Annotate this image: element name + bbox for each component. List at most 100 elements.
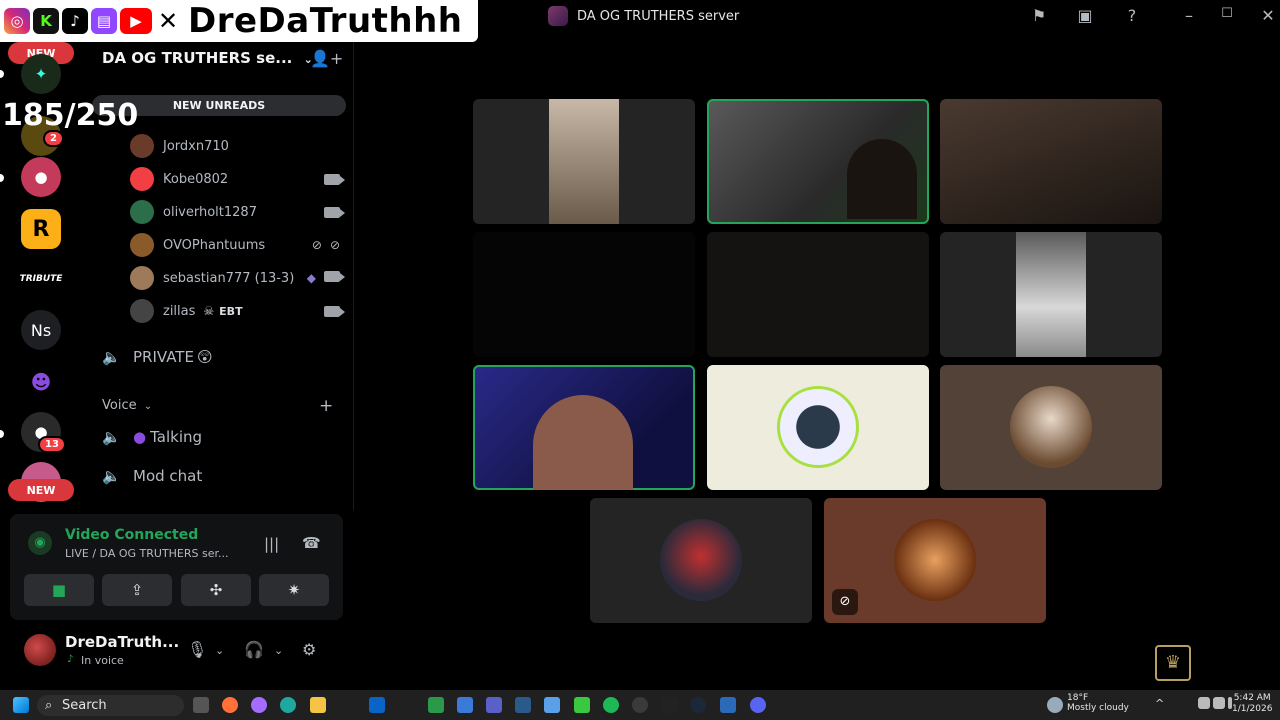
invite-people-icon[interactable]: 👤+ bbox=[310, 49, 343, 68]
user-display-name[interactable]: DreDaTruth... bbox=[65, 633, 179, 651]
face-emoji-icon: 😲 bbox=[196, 348, 213, 366]
unread-pill bbox=[0, 174, 4, 182]
maximize-button[interactable]: ☐ bbox=[1216, 6, 1238, 26]
minimize-button[interactable]: – bbox=[1178, 6, 1200, 26]
avatar bbox=[130, 134, 154, 158]
firefox-icon[interactable] bbox=[222, 697, 238, 713]
server-item[interactable]: ☻ bbox=[21, 362, 61, 402]
search-label: Search bbox=[62, 698, 107, 713]
tribute-server[interactable]: TRIBUTE bbox=[20, 259, 62, 299]
video-tile[interactable] bbox=[940, 99, 1162, 224]
microphone-icon[interactable]: 🎙 bbox=[187, 640, 207, 659]
video-tile[interactable] bbox=[473, 232, 695, 357]
soundboard-button[interactable]: ✷ bbox=[259, 574, 329, 606]
teams-icon[interactable] bbox=[486, 697, 502, 713]
system-clock[interactable]: 5:42 AM 1/1/2026 bbox=[1232, 693, 1272, 715]
app-icon[interactable] bbox=[428, 697, 444, 713]
close-button[interactable]: ✕ bbox=[1257, 6, 1279, 26]
voice-user-row[interactable]: oliverholt1287 bbox=[130, 198, 345, 226]
video-tile[interactable] bbox=[473, 365, 695, 490]
file-explorer-icon[interactable] bbox=[310, 697, 326, 713]
gear-icon[interactable]: ⚙ bbox=[302, 640, 316, 659]
help-icon[interactable]: ? bbox=[1121, 6, 1143, 26]
taskbar-search[interactable]: ⌕ Search bbox=[37, 695, 184, 716]
flag-icon[interactable]: ⚑ bbox=[1028, 6, 1050, 26]
discord-icon[interactable] bbox=[750, 697, 766, 713]
noise-suppression-icon[interactable]: ||| bbox=[264, 535, 279, 553]
clock-date: 1/1/2026 bbox=[1232, 704, 1273, 714]
tray-chevron-icon[interactable]: ^ bbox=[1155, 698, 1165, 709]
title-bar: DA OG TRUTHERS server ⚑ ▣ ? – ☐ ✕ bbox=[478, 0, 1280, 33]
new-badge-bottom[interactable]: NEW bbox=[8, 479, 74, 501]
server-name-header[interactable]: DA OG TRUTHERS se... ⌄ bbox=[102, 49, 313, 67]
speaker-icon: 🔈 bbox=[102, 428, 121, 446]
avatar bbox=[130, 299, 154, 323]
camera-icon bbox=[324, 206, 345, 218]
voice-user-name: oliverholt1287 bbox=[163, 204, 257, 220]
disconnect-icon[interactable]: ☎ bbox=[302, 534, 321, 552]
channel-name: Talking bbox=[150, 428, 203, 446]
volume-icon[interactable] bbox=[1213, 697, 1225, 709]
activities-button[interactable]: ✣ bbox=[181, 574, 251, 606]
avatar-tile[interactable] bbox=[707, 365, 929, 490]
chevron-down-icon[interactable]: ⌄ bbox=[215, 644, 224, 657]
weather-temp: 18°F bbox=[1067, 693, 1089, 703]
category-label: Voice bbox=[102, 398, 137, 413]
voice-category[interactable]: Voice ⌄ bbox=[102, 398, 152, 413]
camera-button[interactable]: ■ bbox=[24, 574, 94, 606]
follower-counter: 185/250 bbox=[2, 98, 139, 133]
camera-icon bbox=[324, 173, 345, 185]
connection-status[interactable]: Video Connected bbox=[65, 527, 198, 543]
capcut-icon[interactable] bbox=[574, 697, 590, 713]
video-tile[interactable] bbox=[707, 232, 929, 357]
signal-icon[interactable]: ◉ bbox=[28, 531, 52, 555]
voice-user-row[interactable]: Kobe0802 bbox=[130, 165, 345, 193]
voice-user-row[interactable]: zillas ☠ EBT bbox=[130, 297, 345, 325]
obs-icon[interactable] bbox=[632, 697, 648, 713]
speaker-lock-icon: 🔈 bbox=[102, 467, 121, 485]
weather-icon[interactable] bbox=[1047, 697, 1063, 713]
video-tile[interactable] bbox=[707, 99, 929, 224]
app-icon[interactable] bbox=[720, 697, 736, 713]
deafened-icon: ⊘ bbox=[329, 238, 340, 252]
inbox-icon[interactable]: ▣ bbox=[1074, 6, 1096, 26]
server-item[interactable]: ✦ bbox=[21, 54, 61, 94]
voice-user-row[interactable]: Jordxn710 bbox=[130, 132, 340, 160]
avatar bbox=[130, 266, 154, 290]
avatar[interactable] bbox=[24, 634, 56, 666]
steam-icon[interactable] bbox=[690, 697, 706, 713]
screen-share-button[interactable]: ⇪ bbox=[102, 574, 172, 606]
rockstar-server[interactable]: R bbox=[21, 209, 61, 249]
avatar bbox=[130, 200, 154, 224]
copilot-icon[interactable] bbox=[251, 697, 267, 713]
video-tile[interactable] bbox=[473, 99, 695, 224]
create-channel-icon[interactable]: + bbox=[319, 396, 333, 416]
voice-status-icon: ♪ bbox=[67, 654, 74, 665]
task-view-icon[interactable] bbox=[193, 697, 209, 713]
server-item[interactable]: ● bbox=[21, 157, 61, 197]
voice-channel-talking[interactable]: 🔈 ● Talking bbox=[102, 425, 202, 449]
weather-widget[interactable]: 18°F Mostly cloudy bbox=[1067, 693, 1129, 713]
app-icon[interactable] bbox=[515, 697, 531, 713]
voice-channel-private[interactable]: 🔈 PRIVATE 😲 bbox=[102, 345, 213, 369]
avatar-tile[interactable]: ⊘ bbox=[824, 498, 1046, 623]
voice-channel-mod[interactable]: 🔈 Mod chat bbox=[102, 464, 202, 488]
outlook-icon[interactable] bbox=[369, 697, 385, 713]
connection-channel[interactable]: LIVE / DA OG TRUTHERS ser... bbox=[65, 547, 229, 560]
ns-server[interactable]: Ns bbox=[21, 310, 61, 350]
store-icon[interactable] bbox=[457, 697, 473, 713]
avatar-tile[interactable] bbox=[940, 365, 1162, 490]
avatar-tile[interactable] bbox=[590, 498, 812, 623]
edge-icon[interactable] bbox=[280, 697, 296, 713]
network-icon[interactable] bbox=[1198, 697, 1210, 709]
spotify-icon[interactable] bbox=[603, 697, 619, 713]
voice-user-row[interactable]: OVOPhantuums ⊘ ⊘ bbox=[130, 231, 340, 259]
tiktok-icon: ♪ bbox=[62, 8, 88, 34]
voice-user-row[interactable]: sebastian777 (13-3) ◆ bbox=[130, 264, 345, 292]
chevron-down-icon[interactable]: ⌄ bbox=[274, 644, 283, 657]
epic-games-icon[interactable] bbox=[662, 697, 678, 713]
video-tile[interactable] bbox=[940, 232, 1162, 357]
windows-start-icon[interactable] bbox=[13, 697, 29, 713]
headphones-icon[interactable]: 🎧 bbox=[244, 640, 264, 659]
photos-icon[interactable] bbox=[544, 697, 560, 713]
